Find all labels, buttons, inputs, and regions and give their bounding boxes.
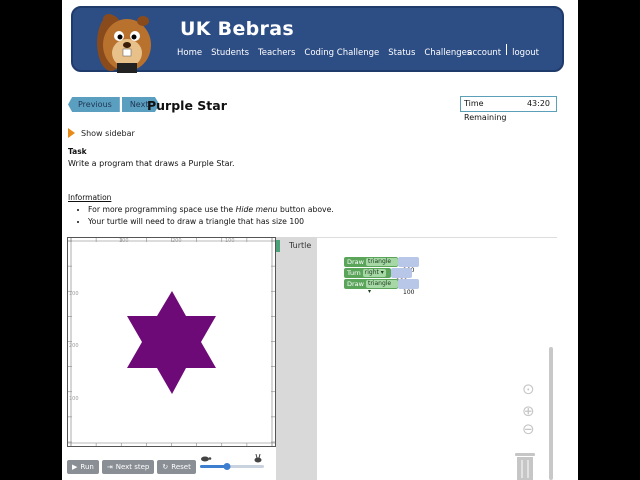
nav-coding-challenge[interactable]: Coding Challenge <box>299 48 383 62</box>
shape-dropdown[interactable]: triangle ▾ <box>365 258 398 273</box>
information-list: For more programming space use the Hide … <box>88 205 334 229</box>
beaver-logo <box>97 14 151 73</box>
toolbox-category-turtle[interactable]: Turtle <box>289 241 311 250</box>
information-heading: Information <box>68 193 112 202</box>
account-nav: account logout <box>462 44 544 58</box>
recenter-icon[interactable]: ⊙ <box>522 380 535 398</box>
info-item: For more programming space use the Hide … <box>88 205 334 214</box>
run-controls: ▶ Run ⇥ Next step ↻ Reset <box>67 460 196 474</box>
time-remaining: Time Remaining 43:20 <box>460 96 557 122</box>
nav-students[interactable]: Students <box>206 48 253 62</box>
nav-home[interactable]: Home <box>172 48 206 62</box>
sidebar-toggle-label: Show sidebar <box>81 128 135 138</box>
x-tick-label: 100 <box>119 238 129 244</box>
nav-account[interactable]: account <box>462 48 506 58</box>
x-tick-label: 200 <box>172 238 182 244</box>
toolbox-category-color <box>276 240 280 252</box>
trash-icon[interactable] <box>514 451 536 480</box>
size-input[interactable]: 100 <box>398 257 420 275</box>
canvas-drawing: 100 200 100 100 200 100 <box>68 238 275 446</box>
x-tick-label: 100 <box>225 238 235 244</box>
page: UK Bebras Home Students Teachers Coding … <box>62 0 578 480</box>
zoom-out-icon[interactable]: ⊖ <box>522 420 535 438</box>
workspace-scrollbar[interactable] <box>549 347 553 480</box>
reset-button[interactable]: ↻ Reset <box>157 460 196 474</box>
speed-slider[interactable] <box>198 454 268 474</box>
blockly-toolbox <box>276 237 317 480</box>
angle-input[interactable]: 180 <box>391 268 413 286</box>
y-tick-label: 100 <box>69 396 79 402</box>
site-brand[interactable]: UK Bebras <box>180 18 294 40</box>
rabbit-icon <box>254 454 262 463</box>
task-heading: Task <box>68 147 87 156</box>
task-title: Purple Star <box>147 98 227 113</box>
y-tick-label: 100 <box>69 291 79 297</box>
turtle-canvas: 100 200 100 100 200 100 <box>67 237 276 447</box>
timer-label: Time Remaining <box>464 99 507 122</box>
purple-star <box>127 291 216 394</box>
previous-button[interactable]: Previous <box>68 97 120 112</box>
nav-status[interactable]: Status <box>383 48 419 62</box>
info-item: Your turtle will need to draw a triangle… <box>88 217 334 226</box>
speed-slider-handle[interactable] <box>223 463 231 470</box>
size-input[interactable]: 100 <box>398 279 420 297</box>
zoom-in-icon[interactable]: ⊕ <box>522 402 535 420</box>
draw-block[interactable]: Draw triangle ▾ <box>344 257 398 273</box>
nav-logout[interactable]: logout <box>507 48 544 58</box>
turtle-icon <box>201 456 212 462</box>
y-tick-label: 200 <box>69 343 79 349</box>
step-icon: ⇥ <box>106 463 113 471</box>
main-nav: Home Students Teachers Coding Challenge … <box>172 48 475 62</box>
run-button[interactable]: ▶ Run <box>67 460 99 474</box>
turn-block[interactable]: Turn right ▾ <box>344 268 391 278</box>
site-header: UK Bebras Home Students Teachers Coding … <box>71 6 564 73</box>
hide-menu-emphasis: Hide menu <box>235 205 278 214</box>
direction-dropdown[interactable]: right ▾ <box>362 269 386 277</box>
next-step-button[interactable]: ⇥ Next step <box>101 460 155 474</box>
shape-dropdown[interactable]: triangle ▾ <box>365 280 398 295</box>
task-pager: Previous Next <box>68 97 160 112</box>
draw-block[interactable]: Draw triangle ▾ <box>344 279 398 295</box>
expand-arrow-icon <box>68 128 75 138</box>
show-sidebar-toggle[interactable]: Show sidebar <box>68 128 135 138</box>
play-icon: ▶ <box>72 463 78 471</box>
timer-value: 43:20 <box>526 99 550 108</box>
nav-teachers[interactable]: Teachers <box>253 48 299 62</box>
reset-icon: ↻ <box>162 463 169 471</box>
task-description: Write a program that draws a Purple Star… <box>68 159 235 168</box>
